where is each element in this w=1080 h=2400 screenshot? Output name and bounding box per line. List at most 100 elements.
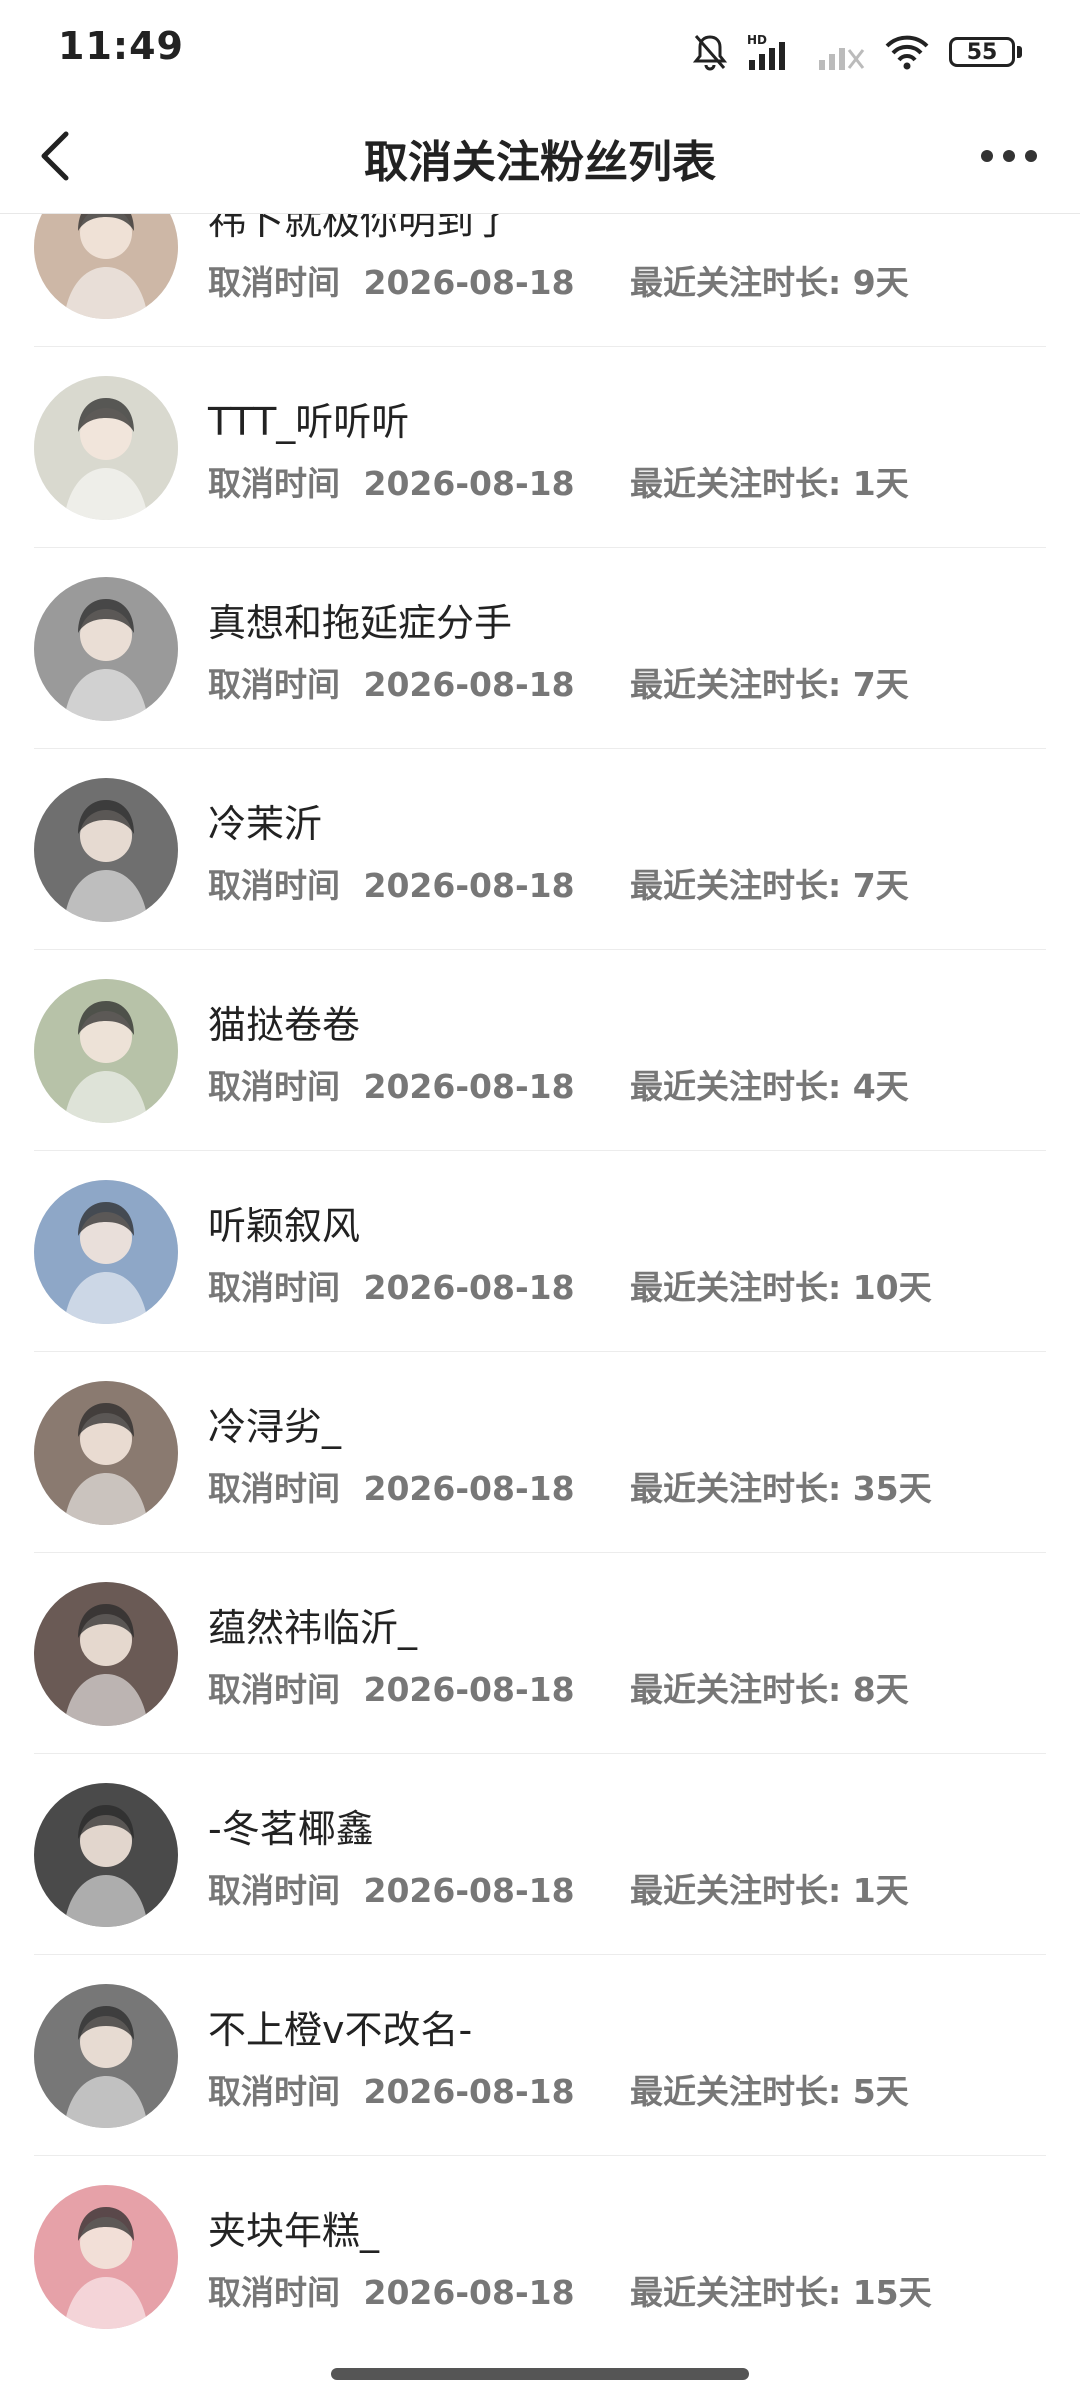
avatar[interactable] — [34, 1783, 178, 1927]
cancel-time-label: 取消时间 — [208, 665, 340, 704]
fan-name: 蕴然祎临沂_ — [208, 1606, 418, 1650]
duration-value: 15天 — [852, 2273, 932, 2312]
duration-label: 最近关注时长: — [630, 665, 842, 704]
cancel-time-label: 取消时间 — [208, 1871, 340, 1910]
list-item[interactable]: 猫挞卷卷 取消时间 2026-08-18 最近关注时长: 4天 — [0, 950, 1080, 1151]
list-item[interactable]: 真想和拖延症分手 取消时间 2026-08-18 最近关注时长: 7天 — [0, 548, 1080, 749]
fan-name: 真想和拖延症分手 — [208, 601, 513, 645]
duration-value: 5天 — [852, 2072, 909, 2111]
home-indicator[interactable] — [331, 2368, 749, 2380]
signal-weak-icon — [819, 48, 865, 70]
avatar[interactable] — [34, 1381, 178, 1525]
page-title: 取消关注粉丝列表 — [364, 137, 716, 188]
cancel-time-label: 取消时间 — [208, 464, 340, 503]
fan-meta: 取消时间 2026-08-18 最近关注时长: 7天 — [208, 658, 909, 706]
cancel-date: 2026-08-18 — [363, 1268, 575, 1307]
list-item[interactable]: 祎卜就极你明到了 取消时间 2026-08-18 最近关注时长: 9天 — [0, 214, 1080, 347]
duration-label: 最近关注时长: — [630, 464, 842, 503]
fan-name: 不上橙v不改名- — [208, 2008, 473, 2052]
cancel-time-label: 取消时间 — [208, 1670, 340, 1709]
list-item[interactable]: 不上橙v不改名- 取消时间 2026-08-18 最近关注时长: 5天 — [0, 1955, 1080, 2156]
wifi-icon — [885, 35, 929, 70]
fan-meta: 取消时间 2026-08-18 最近关注时长: 15天 — [208, 2266, 932, 2314]
cancel-time-label: 取消时间 — [208, 2273, 340, 2312]
fan-name: 冷浔劣_ — [208, 1405, 342, 1449]
cancel-time-label: 取消时间 — [208, 1268, 340, 1307]
fan-name: 听颖叙风 — [208, 1204, 361, 1248]
dot-icon — [1025, 150, 1037, 162]
list-item[interactable]: 蕴然祎临沂_ 取消时间 2026-08-18 最近关注时长: 8天 — [0, 1553, 1080, 1754]
fan-list: 祎卜就极你明到了 取消时间 2026-08-18 最近关注时长: 9天 TTT_… — [0, 214, 1080, 2354]
cancel-date: 2026-08-18 — [363, 1067, 575, 1106]
fan-meta: 取消时间 2026-08-18 最近关注时长: 7天 — [208, 859, 909, 907]
duration-value: 8天 — [852, 1670, 909, 1709]
follow-duration: 最近关注时长: 7天 — [630, 658, 909, 706]
cancel-date: 2026-08-18 — [363, 866, 575, 905]
fan-meta: 取消时间 2026-08-18 最近关注时长: 1天 — [208, 1864, 909, 1912]
fan-meta: 取消时间 2026-08-18 最近关注时长: 4天 — [208, 1060, 909, 1108]
list-item[interactable]: 冷浔劣_ 取消时间 2026-08-18 最近关注时长: 35天 — [0, 1352, 1080, 1553]
list-item[interactable]: TTT_听听听 取消时间 2026-08-18 最近关注时长: 1天 — [0, 347, 1080, 548]
avatar[interactable] — [34, 577, 178, 721]
follow-duration: 最近关注时长: 1天 — [630, 1864, 909, 1912]
avatar[interactable] — [34, 2185, 178, 2329]
more-options-button[interactable] — [964, 124, 1054, 188]
duration-label: 最近关注时长: — [630, 1670, 842, 1709]
follow-duration: 最近关注时长: 4天 — [630, 1060, 909, 1108]
duration-value: 7天 — [852, 665, 909, 704]
fan-meta: 取消时间 2026-08-18 最近关注时长: 9天 — [208, 256, 909, 304]
fan-name: 冷茉沂 — [208, 802, 323, 846]
cancel-time-label: 取消时间 — [208, 866, 340, 905]
follow-duration: 最近关注时长: 15天 — [630, 2266, 932, 2314]
avatar[interactable] — [34, 1582, 178, 1726]
list-item[interactable]: 夹块年糕_ 取消时间 2026-08-18 最近关注时长: 15天 — [0, 2156, 1080, 2354]
fan-meta: 取消时间 2026-08-18 最近关注时长: 35天 — [208, 1462, 932, 1510]
avatar[interactable] — [34, 1180, 178, 1324]
fan-name: TTT_听听听 — [208, 400, 410, 444]
duration-label: 最近关注时长: — [630, 1871, 842, 1910]
signal-hd-icon: HD — [747, 33, 785, 70]
list-item[interactable]: 冷茉沂 取消时间 2026-08-18 最近关注时长: 7天 — [0, 749, 1080, 950]
duration-label: 最近关注时长: — [630, 1067, 842, 1106]
cancel-date: 2026-08-18 — [363, 1469, 575, 1508]
cancel-time-label: 取消时间 — [208, 263, 340, 302]
duration-value: 1天 — [852, 1871, 909, 1910]
avatar[interactable] — [34, 376, 178, 520]
fan-meta: 取消时间 2026-08-18 最近关注时长: 10天 — [208, 1261, 932, 1309]
follow-duration: 最近关注时长: 35天 — [630, 1462, 932, 1510]
fan-name: -冬茗椰鑫 — [208, 1807, 374, 1851]
cancel-date: 2026-08-18 — [363, 263, 575, 302]
list-item[interactable]: 听颖叙风 取消时间 2026-08-18 最近关注时长: 10天 — [0, 1151, 1080, 1352]
fan-meta: 取消时间 2026-08-18 最近关注时长: 1天 — [208, 457, 909, 505]
cancel-date: 2026-08-18 — [363, 2273, 575, 2312]
avatar[interactable] — [34, 1984, 178, 2128]
dot-icon — [981, 150, 993, 162]
mute-bell-icon — [692, 35, 728, 71]
avatar[interactable] — [34, 979, 178, 1123]
cancel-time-label: 取消时间 — [208, 1067, 340, 1106]
fan-meta: 取消时间 2026-08-18 最近关注时长: 8天 — [208, 1663, 909, 1711]
duration-value: 10天 — [852, 1268, 932, 1307]
dot-icon — [1003, 150, 1015, 162]
duration-label: 最近关注时长: — [630, 263, 842, 302]
follow-duration: 最近关注时长: 1天 — [630, 457, 909, 505]
duration-label: 最近关注时长: — [630, 1268, 842, 1307]
duration-label: 最近关注时长: — [630, 1469, 842, 1508]
list-item[interactable]: -冬茗椰鑫 取消时间 2026-08-18 最近关注时长: 1天 — [0, 1754, 1080, 1955]
cancel-date: 2026-08-18 — [363, 665, 575, 704]
avatar[interactable] — [34, 214, 178, 319]
duration-value: 35天 — [852, 1469, 932, 1508]
duration-value: 9天 — [852, 263, 909, 302]
cancel-date: 2026-08-18 — [363, 464, 575, 503]
svg-text:HD: HD — [747, 33, 767, 47]
follow-duration: 最近关注时长: 5天 — [630, 2065, 909, 2113]
status-time: 11:49 — [58, 24, 184, 68]
fan-name: 夹块年糕_ — [208, 2209, 380, 2253]
avatar[interactable] — [34, 778, 178, 922]
cancel-date: 2026-08-18 — [363, 2072, 575, 2111]
follow-duration: 最近关注时长: 7天 — [630, 859, 909, 907]
status-bar: 11:49 HD 55 — [0, 0, 1080, 100]
duration-label: 最近关注时长: — [630, 866, 842, 905]
fan-name: 猫挞卷卷 — [208, 1003, 361, 1047]
follow-duration: 最近关注时长: 8天 — [630, 1663, 909, 1711]
